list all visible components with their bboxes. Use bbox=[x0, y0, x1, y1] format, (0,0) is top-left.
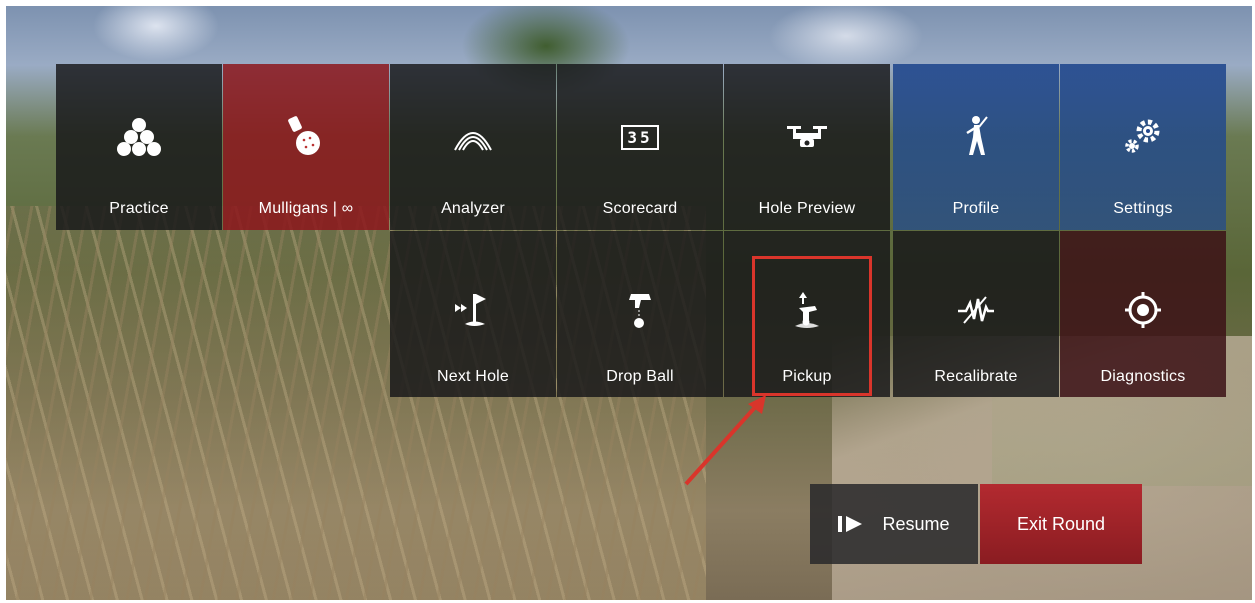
exit-round-button[interactable]: Exit Round bbox=[980, 484, 1142, 564]
next-hole-label: Next Hole bbox=[436, 368, 510, 385]
hole-preview-tile[interactable]: Hole Preview bbox=[724, 64, 890, 230]
golfer-icon bbox=[893, 116, 1059, 158]
resume-label: Resume bbox=[882, 513, 950, 534]
settings-label: Settings bbox=[1113, 200, 1173, 217]
analyzer-tile[interactable]: Analyzer bbox=[390, 64, 556, 230]
profile-label: Profile bbox=[952, 200, 1000, 217]
scorecard-label: Scorecard bbox=[602, 200, 678, 217]
profile-tile[interactable]: Profile bbox=[893, 64, 1059, 230]
shot-arc-icon bbox=[390, 116, 556, 158]
next-hole-tile[interactable]: Next Hole bbox=[390, 231, 556, 397]
drop-ball-label: Drop Ball bbox=[606, 368, 674, 385]
exit-round-label: Exit Round bbox=[1016, 513, 1106, 534]
recalibrate-label: Recalibrate bbox=[934, 368, 1018, 385]
recalibrate-tile[interactable]: Recalibrate bbox=[893, 231, 1059, 397]
mulligans-tile[interactable]: Mulligans | ∞ bbox=[223, 64, 389, 230]
practice-label: Practice bbox=[109, 200, 169, 217]
gears-icon bbox=[1060, 116, 1226, 158]
resume-play-icon bbox=[838, 514, 864, 534]
scorecard-icon: 35 bbox=[557, 116, 723, 158]
diagnostics-tile[interactable]: Diagnostics bbox=[1060, 231, 1226, 397]
diagnostics-label: Diagnostics bbox=[1100, 368, 1186, 385]
scorecard-digits: 35 bbox=[621, 124, 659, 150]
drop-ball-icon bbox=[557, 289, 723, 331]
mulligan-ball-icon bbox=[223, 116, 389, 158]
target-icon bbox=[1060, 289, 1226, 331]
settings-tile[interactable]: Settings bbox=[1060, 64, 1226, 230]
drone-icon bbox=[724, 116, 890, 158]
practice-tile[interactable]: Practice bbox=[56, 64, 222, 230]
scorecard-tile[interactable]: 35 Scorecard bbox=[557, 64, 723, 230]
mulligans-label: Mulligans | ∞ bbox=[258, 200, 354, 217]
golf-balls-icon bbox=[56, 116, 222, 158]
next-hole-flag-icon bbox=[390, 289, 556, 331]
hole-preview-label: Hole Preview bbox=[758, 200, 856, 217]
resume-button[interactable]: Resume bbox=[810, 484, 978, 564]
analyzer-label: Analyzer bbox=[441, 200, 505, 217]
pickup-highlight-box bbox=[752, 256, 872, 396]
waveform-icon bbox=[893, 289, 1059, 331]
drop-ball-tile[interactable]: Drop Ball bbox=[557, 231, 723, 397]
